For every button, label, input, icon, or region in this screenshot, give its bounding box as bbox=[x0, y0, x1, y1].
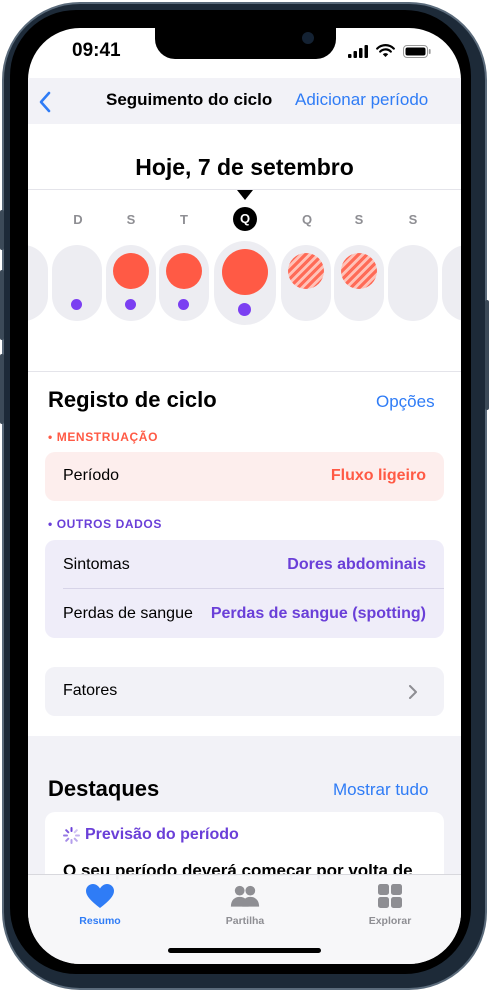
symptoms-label: Sintomas bbox=[63, 556, 130, 573]
period-label: Período bbox=[63, 467, 120, 484]
side-button-left bbox=[0, 210, 4, 250]
home-indicator[interactable] bbox=[168, 948, 321, 953]
tab-explore[interactable]: Explorar bbox=[345, 883, 435, 927]
period-flow-marker bbox=[222, 249, 268, 295]
status-icons bbox=[348, 44, 431, 58]
menstruation-label: • MENSTRUAÇÃO bbox=[48, 430, 158, 444]
factors-row[interactable]: Fatores bbox=[45, 667, 444, 716]
day-letter: S bbox=[126, 212, 136, 227]
options-button[interactable]: Opções bbox=[376, 392, 435, 412]
heart-icon bbox=[86, 884, 114, 908]
page-title: Seguimento do ciclo bbox=[106, 90, 273, 109]
period-row[interactable]: Período Fluxo ligeiro bbox=[45, 452, 444, 501]
day-column[interactable] bbox=[52, 245, 102, 321]
period-flow-marker bbox=[166, 253, 202, 289]
nav-bar: Seguimento do ciclo Adicionar período bbox=[28, 78, 461, 124]
today-date: Hoje, 7 de setembro bbox=[135, 154, 354, 180]
people-icon bbox=[230, 885, 260, 907]
battery-icon bbox=[403, 44, 431, 58]
symptom-dot bbox=[238, 303, 251, 316]
factors-label: Fatores bbox=[63, 682, 118, 699]
day-letter: S bbox=[408, 212, 418, 227]
tab-sharing-label: Partilha bbox=[225, 915, 265, 927]
wifi-icon bbox=[376, 44, 395, 57]
other-data-label: • OUTROS DADOS bbox=[48, 517, 162, 531]
notch bbox=[155, 28, 336, 59]
tab-summary[interactable]: Resumo bbox=[55, 883, 145, 927]
chevron-right-icon bbox=[409, 685, 417, 699]
tab-sharing[interactable]: Partilha bbox=[200, 883, 290, 927]
day-column-today[interactable] bbox=[214, 241, 276, 325]
symptom-dot bbox=[71, 299, 82, 310]
day-column[interactable] bbox=[28, 245, 48, 321]
day-letter-today: Q bbox=[233, 207, 257, 231]
symptom-dot bbox=[125, 299, 136, 310]
day-column[interactable] bbox=[159, 245, 209, 321]
day-letter: D bbox=[73, 212, 83, 227]
predicted-period-marker bbox=[288, 253, 324, 289]
today-pointer-icon bbox=[237, 190, 253, 200]
other-data-card: Sintomas Dores abdominais Perdas de sang… bbox=[45, 540, 444, 638]
chevron-left-icon[interactable] bbox=[36, 90, 56, 114]
spotting-value: Perdas de sangue (spotting) bbox=[210, 605, 426, 622]
day-column[interactable] bbox=[281, 245, 331, 321]
symptoms-value: Dores abdominais bbox=[287, 556, 426, 573]
status-time: 09:41 bbox=[72, 40, 121, 61]
predicted-period-marker bbox=[341, 253, 377, 289]
highlights-title: Destaques bbox=[48, 776, 160, 801]
day-column[interactable] bbox=[442, 245, 461, 321]
camera bbox=[302, 32, 314, 44]
signal-icon bbox=[348, 44, 368, 58]
spotting-row[interactable]: Perdas de sangue Perdas de sangue (spott… bbox=[45, 589, 444, 638]
period-value: Fluxo ligeiro bbox=[330, 467, 426, 484]
day-letter: S bbox=[354, 212, 364, 227]
day-column[interactable] bbox=[334, 245, 384, 321]
prediction-title: Previsão do período bbox=[85, 826, 239, 843]
side-button-left bbox=[0, 270, 4, 340]
symptoms-row[interactable]: Sintomas Dores abdominais bbox=[45, 540, 444, 588]
day-column[interactable] bbox=[388, 245, 438, 321]
screen: 09:41 Seguimento do ciclo Adicionar perí… bbox=[28, 28, 461, 964]
period-flow-marker bbox=[113, 253, 149, 289]
spotting-label: Perdas de sangue bbox=[63, 605, 193, 622]
symptom-dot bbox=[178, 299, 189, 310]
show-all-button[interactable]: Mostrar tudo bbox=[333, 780, 428, 800]
side-button-right bbox=[485, 300, 489, 410]
tab-explore-label: Explorar bbox=[368, 915, 412, 927]
day-letter: Q bbox=[301, 212, 313, 227]
cycle-log-title: Registo de ciclo bbox=[48, 387, 217, 412]
day-letter: T bbox=[180, 212, 188, 227]
add-period-button[interactable]: Adicionar período bbox=[295, 90, 428, 110]
spinner-icon bbox=[63, 827, 80, 844]
tab-summary-label: Resumo bbox=[79, 915, 121, 927]
side-button-left bbox=[0, 354, 4, 424]
day-column[interactable] bbox=[106, 245, 156, 321]
section-divider bbox=[28, 371, 461, 372]
grid-icon bbox=[378, 884, 402, 908]
